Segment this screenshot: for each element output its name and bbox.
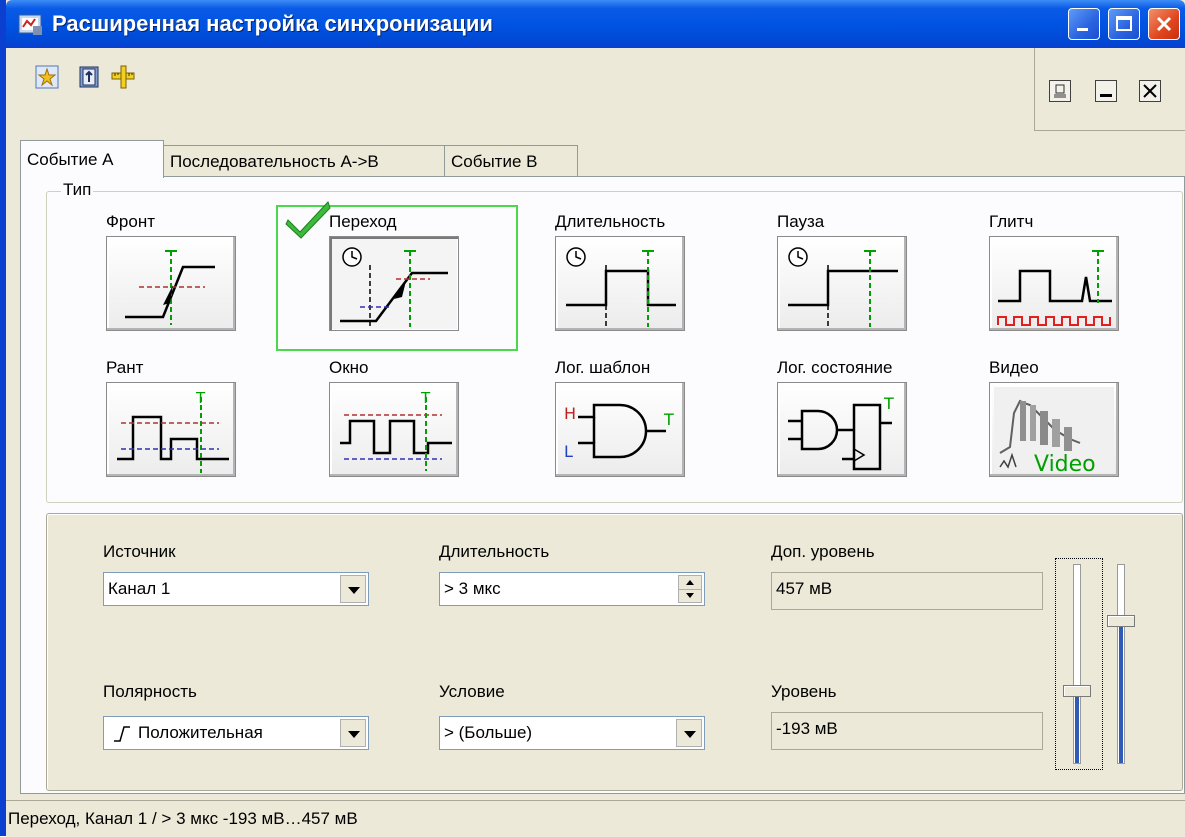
window-t-label: T (420, 389, 431, 407)
tab-event-b[interactable]: Событие В (444, 145, 578, 177)
aux-level-slider-fill (1119, 622, 1123, 763)
trigger-edge-button[interactable] (106, 236, 236, 331)
level-value: -193 мВ (771, 712, 1043, 750)
polarity-label: Полярность (103, 682, 197, 701)
trigger-type-group: Тип Фронт Переход Длительность Пауза Гли… (46, 180, 1183, 503)
logic-state-icon: T (788, 394, 894, 471)
polarity-dropdown-arrow[interactable] (340, 719, 366, 747)
minimize-icon (1077, 28, 1088, 31)
condition-label: Условие (439, 682, 505, 701)
label-window: Окно (329, 358, 369, 377)
minimize-panel-button[interactable] (1095, 80, 1117, 102)
favorites-star-icon[interactable] (34, 64, 60, 90)
label-video: Видео (989, 358, 1039, 377)
trigger-transition-button[interactable] (329, 236, 459, 331)
trigger-logic-pattern-button[interactable]: H L T (555, 382, 685, 477)
close-panel-icon (1143, 84, 1157, 98)
label-pause: Пауза (777, 212, 825, 231)
tile-icon (1054, 84, 1066, 98)
rising-edge-icon (114, 726, 130, 742)
label-logic-state: Лог. состояние (777, 358, 893, 377)
source-select[interactable]: Канал 1 (103, 572, 369, 606)
maximize-button[interactable] (1108, 8, 1140, 40)
transition-trigger-icon (340, 247, 448, 327)
source-label: Источник (103, 542, 176, 561)
group-label-type: Тип (61, 180, 94, 200)
level-slider-thumb[interactable] (1063, 685, 1091, 697)
info-book-icon[interactable] (76, 64, 102, 90)
selected-checkmark-icon (285, 201, 331, 239)
trigger-runt-button[interactable]: T (106, 382, 236, 477)
trigger-pause-button[interactable] (777, 236, 907, 331)
video-text: Video (1034, 452, 1096, 477)
runt-t-label: T (195, 389, 206, 407)
polarity-value: Положительная (138, 723, 263, 742)
level-slider-track[interactable] (1073, 564, 1081, 764)
label-glitch: Глитч (989, 212, 1034, 231)
runt-trigger-icon: T (117, 389, 229, 473)
trigger-duration-button[interactable] (555, 236, 685, 331)
source-value: Канал 1 (108, 579, 171, 598)
trigger-settings-panel: Источник Канал 1 Длительность > 3 мкс До… (46, 513, 1183, 791)
pattern-l-label: L (564, 442, 573, 461)
minimize-panel-icon (1100, 94, 1112, 97)
mdi-controls (1034, 48, 1185, 131)
duration-value: > 3 мкс (444, 579, 501, 598)
level-label: Уровень (771, 682, 837, 701)
restore-panel-button[interactable] (1049, 80, 1071, 102)
polarity-select[interactable]: Положительная (103, 716, 369, 750)
trigger-video-button[interactable]: Video (989, 382, 1119, 477)
dialog-window: Расширенная настройка синхронизации Собы… (0, 0, 1185, 837)
tab-panel-event-a: Тип Фронт Переход Длительность Пауза Гли… (20, 176, 1185, 794)
window-title: Расширенная настройка синхронизации (52, 11, 493, 36)
toolbar (6, 48, 1185, 131)
close-button[interactable] (1148, 8, 1180, 40)
trigger-window-button[interactable]: T (329, 382, 459, 477)
state-t-label: T (883, 394, 894, 413)
duration-spinbox[interactable]: > 3 мкс (439, 572, 705, 606)
pattern-h-label: H (564, 404, 576, 423)
label-logic-pattern: Лог. шаблон (555, 358, 651, 377)
trigger-logic-state-button[interactable]: T (777, 382, 907, 477)
glitch-trigger-icon (997, 250, 1112, 326)
duration-trigger-icon (566, 247, 676, 327)
spin-up-icon[interactable] (679, 576, 701, 590)
trigger-glitch-button[interactable] (989, 236, 1119, 331)
aux-level-slider-track[interactable] (1117, 564, 1125, 764)
window-trigger-icon: T (340, 389, 452, 471)
video-trigger-icon: Video (994, 387, 1114, 477)
label-edge: Фронт (106, 212, 156, 231)
status-bar: Переход, Канал 1 / > 3 мкс -193 мВ…457 м… (6, 800, 1185, 837)
condition-value: > (Больше) (444, 723, 533, 742)
aux-level-value: 457 мВ (771, 572, 1043, 610)
close-panel-button[interactable] (1139, 80, 1161, 102)
tab-event-a[interactable]: Событие А (20, 140, 164, 178)
app-icon (18, 14, 42, 35)
title-bar[interactable]: Расширенная настройка синхронизации (6, 0, 1185, 48)
duration-label: Длительность (439, 542, 550, 561)
level-slider-fill (1075, 692, 1079, 763)
condition-dropdown-arrow[interactable] (676, 719, 702, 747)
close-icon (1156, 16, 1172, 32)
logic-pattern-icon: H L T (564, 403, 674, 461)
maximize-icon (1116, 16, 1132, 31)
duration-spinner[interactable] (678, 575, 702, 603)
condition-select[interactable]: > (Больше) (439, 716, 705, 750)
aux-level-slider-thumb[interactable] (1107, 615, 1135, 627)
spin-down-icon[interactable] (679, 589, 701, 602)
source-dropdown-arrow[interactable] (340, 575, 366, 603)
label-duration: Длительность (555, 212, 666, 231)
ruler-measure-icon[interactable] (110, 64, 136, 90)
aux-level-label: Доп. уровень (771, 542, 875, 561)
edge-trigger-icon (125, 250, 215, 325)
tab-sequence-a-b[interactable]: Последовательность А->В (163, 145, 445, 177)
pattern-t-label: T (663, 410, 674, 429)
minimize-button[interactable] (1068, 8, 1100, 40)
pause-trigger-icon (788, 247, 898, 327)
label-runt: Рант (106, 358, 144, 377)
